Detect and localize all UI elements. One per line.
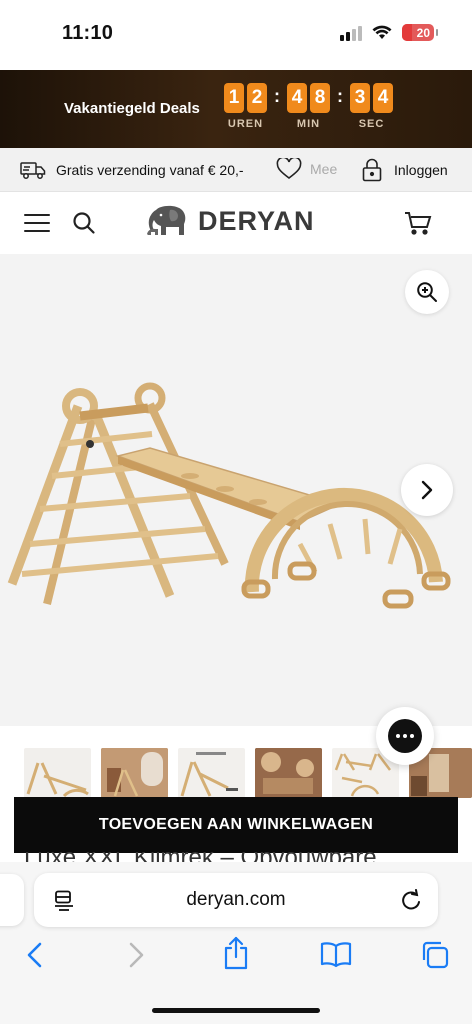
bookmarks-icon[interactable] (320, 940, 352, 968)
delivery-truck-icon (20, 162, 46, 179)
address-bar[interactable]: deryan.com (34, 873, 438, 927)
forward-icon[interactable] (126, 940, 146, 970)
previous-tab-preview[interactable] (0, 874, 24, 926)
thumbnail[interactable] (24, 748, 91, 798)
logo-text: DERYAN (198, 205, 315, 236)
promo-banner[interactable]: Vakantiegeld Deals 1 2 UREN : 4 8 MIN : … (0, 70, 472, 148)
thumbnail[interactable] (255, 748, 322, 798)
share-icon[interactable] (222, 936, 250, 970)
zoom-button[interactable] (405, 270, 449, 314)
countdown-digit: 4 (287, 83, 307, 113)
search-icon[interactable] (72, 211, 96, 235)
status-icons: 20 (340, 24, 438, 41)
countdown-hours: 1 2 UREN (224, 83, 267, 130)
status-time: 11:10 (62, 22, 114, 44)
countdown-timer: 1 2 UREN : 4 8 MIN : 3 4 SEC (224, 83, 393, 130)
lock-icon (362, 158, 382, 182)
add-to-cart-button[interactable]: TOEVOEGEN AAN WINKELWAGEN (14, 797, 458, 853)
countdown-separator: : (274, 86, 280, 106)
cellular-signal-icon (340, 25, 362, 41)
login-link[interactable]: Inloggen (362, 158, 448, 182)
site-header: DERYAN (0, 192, 472, 254)
shipping-info: Gratis verzending vanaf € 20,- (20, 160, 244, 180)
menu-icon[interactable] (24, 214, 50, 232)
tabs-icon[interactable] (420, 940, 450, 970)
thumbnail[interactable] (101, 748, 168, 798)
battery-level: 20 (416, 25, 430, 40)
wishlist-link[interactable]: Mee (276, 158, 337, 180)
next-image-button[interactable] (401, 464, 453, 516)
countdown-label-seconds: SEC (358, 118, 385, 130)
url-text: deryan.com (186, 889, 286, 910)
login-label: Inloggen (394, 162, 448, 178)
back-icon[interactable] (25, 940, 45, 970)
heart-icon (276, 158, 302, 180)
countdown-minutes: 4 8 MIN (287, 83, 330, 130)
chevron-right-icon (421, 480, 433, 500)
countdown-digit: 3 (350, 83, 370, 113)
site-logo[interactable]: DERYAN (146, 204, 315, 238)
countdown-label-hours: UREN (227, 118, 264, 130)
reload-icon[interactable] (400, 889, 422, 911)
battery-indicator: 20 (402, 24, 438, 41)
chat-button[interactable] (376, 707, 434, 765)
product-gallery[interactable] (0, 254, 472, 726)
wifi-icon (372, 25, 392, 39)
browser-toolbar (0, 936, 472, 976)
status-bar: 11:10 20 (0, 0, 472, 70)
zoom-in-icon (417, 282, 437, 302)
cart-icon[interactable] (404, 211, 432, 235)
browser-chrome: deryan.com (0, 862, 472, 1024)
countdown-digit: 1 (224, 83, 244, 113)
thumbnail[interactable] (178, 748, 245, 798)
countdown-digit: 2 (247, 83, 267, 113)
countdown-digit: 4 (373, 83, 393, 113)
countdown-separator: : (337, 86, 343, 106)
promo-title: Vakantiegeld Deals (64, 100, 200, 117)
countdown-seconds: 3 4 SEC (350, 83, 393, 130)
countdown-label-minutes: MIN (296, 118, 321, 130)
chat-icon (388, 719, 422, 753)
wishlist-label: Mee (310, 161, 338, 177)
usp-bar: Gratis verzending vanaf € 20,- Mee Inlog… (0, 148, 472, 192)
home-indicator (152, 1008, 320, 1013)
countdown-digit: 8 (310, 83, 330, 113)
shipping-text: Gratis verzending vanaf € 20,- (56, 162, 244, 178)
elephant-logo-icon (147, 205, 186, 235)
